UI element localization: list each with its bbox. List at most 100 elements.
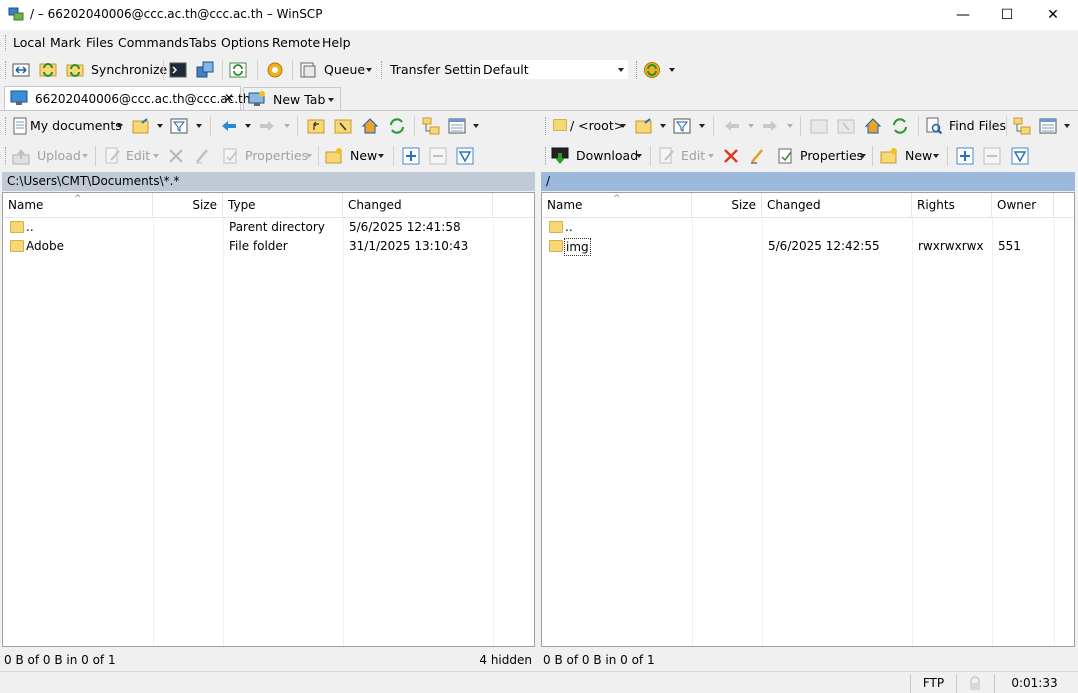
select-all-icon[interactable] bbox=[456, 147, 474, 165]
menu-commands[interactable]: Commands bbox=[118, 35, 189, 50]
left-path-bar[interactable]: C:\Users\CMT\Documents\*.* bbox=[2, 172, 535, 191]
new-folder-icon[interactable] bbox=[880, 147, 898, 165]
left-file-list[interactable]: Name ^ Size Type Changed .. Parent direc… bbox=[2, 192, 535, 647]
table-row[interactable]: img 5/6/2025 12:42:55 rwxrwxrwx 551 bbox=[542, 237, 1074, 256]
menu-mark[interactable]: Mark bbox=[50, 35, 81, 50]
synchronize-icon[interactable] bbox=[66, 61, 84, 79]
open-directory-dropdown-arrow[interactable] bbox=[660, 124, 666, 128]
right-path-bar[interactable]: / bbox=[541, 172, 1075, 191]
toolbar-grip[interactable] bbox=[5, 61, 8, 79]
panel-splitter[interactable] bbox=[536, 172, 540, 671]
find-files-icon[interactable] bbox=[925, 117, 943, 135]
toolbar-grip[interactable] bbox=[5, 117, 8, 135]
filter-icon[interactable] bbox=[170, 117, 188, 135]
find-files-button[interactable]: Find Files bbox=[949, 118, 1006, 133]
home-icon[interactable] bbox=[864, 117, 882, 135]
toolbar-grip[interactable] bbox=[545, 117, 548, 135]
select-all-icon[interactable] bbox=[1011, 147, 1029, 165]
details-view-icon[interactable] bbox=[1039, 117, 1057, 135]
queue-dropdown-arrow[interactable] bbox=[366, 68, 372, 72]
open-directory-icon[interactable] bbox=[635, 117, 653, 135]
tab-session[interactable]: 66202040006@ccc.ac.th@ccc.ac.th ✕ bbox=[4, 86, 250, 110]
preferences-gear-icon[interactable] bbox=[266, 61, 284, 79]
filter-dropdown-arrow[interactable] bbox=[699, 124, 705, 128]
new-button[interactable]: New bbox=[350, 148, 377, 163]
new-dropdown-arrow[interactable] bbox=[933, 154, 939, 158]
column-header-rights[interactable]: Rights bbox=[912, 193, 992, 218]
console-icon[interactable] bbox=[169, 61, 187, 79]
refresh-session-icon[interactable] bbox=[229, 61, 247, 79]
hidden-files-count[interactable]: 4 hidden bbox=[479, 649, 532, 671]
menu-remote[interactable]: Remote bbox=[272, 35, 320, 50]
delete-icon[interactable] bbox=[722, 147, 740, 165]
select-files-plus-icon[interactable] bbox=[956, 147, 974, 165]
tree-view-icon[interactable] bbox=[1013, 117, 1031, 135]
right-location-value[interactable]: / <root> bbox=[570, 118, 624, 133]
select-files-plus-icon[interactable] bbox=[402, 147, 420, 165]
transfer-settings-select[interactable]: Default bbox=[480, 60, 628, 79]
details-view-icon[interactable] bbox=[448, 117, 466, 135]
filter-icon[interactable] bbox=[673, 117, 691, 135]
refresh-icon[interactable] bbox=[891, 117, 909, 135]
table-row[interactable]: Adobe File folder 31/1/2025 13:10:43 bbox=[3, 237, 534, 256]
right-location-dropdown-arrow[interactable] bbox=[620, 124, 626, 128]
back-dropdown-arrow[interactable] bbox=[245, 124, 251, 128]
maximize-button[interactable]: ☐ bbox=[984, 0, 1030, 30]
properties-button[interactable]: Properties bbox=[800, 148, 863, 163]
menu-tabs[interactable]: Tabs bbox=[189, 35, 217, 50]
tree-view-icon[interactable] bbox=[422, 117, 440, 135]
queue-icon[interactable] bbox=[299, 61, 317, 79]
toolbar-grip[interactable] bbox=[381, 61, 384, 79]
menu-options[interactable]: Options bbox=[221, 35, 269, 50]
new-tab-dropdown-arrow[interactable] bbox=[328, 98, 334, 102]
root-directory-icon[interactable] bbox=[334, 117, 352, 135]
toolbar-grip[interactable] bbox=[5, 147, 8, 165]
right-file-list[interactable]: Name ^ Size Changed Rights Owner .. img … bbox=[541, 192, 1075, 647]
new-button[interactable]: New bbox=[905, 148, 932, 163]
minimize-button[interactable]: — bbox=[940, 0, 986, 30]
column-header-changed[interactable]: Changed bbox=[343, 193, 493, 218]
column-header-size[interactable]: Size bbox=[153, 193, 223, 218]
menu-local[interactable]: Local bbox=[13, 35, 45, 50]
open-directory-icon[interactable] bbox=[132, 117, 150, 135]
table-row[interactable]: .. Parent directory 5/6/2025 12:41:58 bbox=[3, 218, 534, 237]
column-header-owner[interactable]: Owner bbox=[992, 193, 1054, 218]
rename-icon[interactable] bbox=[749, 147, 767, 165]
column-header-changed[interactable]: Changed bbox=[762, 193, 912, 218]
view-dropdown-arrow[interactable] bbox=[473, 124, 479, 128]
toolbar-grip[interactable] bbox=[545, 147, 548, 165]
synchronize-browsing-icon[interactable] bbox=[39, 61, 57, 79]
download-dropdown-arrow[interactable] bbox=[636, 154, 642, 158]
menu-grip[interactable] bbox=[5, 35, 8, 51]
menu-files[interactable]: Files bbox=[86, 35, 113, 50]
properties-icon[interactable] bbox=[777, 147, 795, 165]
left-location-dropdown-arrow[interactable] bbox=[117, 124, 123, 128]
download-button[interactable]: Download bbox=[576, 148, 638, 163]
properties-dropdown-arrow[interactable] bbox=[860, 154, 866, 158]
view-dropdown-arrow[interactable] bbox=[1064, 124, 1070, 128]
keep-up-to-date-dropdown-arrow[interactable] bbox=[669, 68, 675, 72]
compare-directories-icon[interactable] bbox=[12, 61, 30, 79]
left-location-value[interactable]: My documents bbox=[30, 118, 122, 133]
parent-directory-icon[interactable] bbox=[307, 117, 325, 135]
column-header-size[interactable]: Size bbox=[692, 193, 762, 218]
filter-dropdown-arrow[interactable] bbox=[196, 124, 202, 128]
tab-new[interactable]: New Tab bbox=[243, 87, 341, 110]
putty-icon[interactable] bbox=[196, 61, 214, 79]
synchronize-button[interactable]: Synchronize bbox=[91, 62, 167, 77]
close-button[interactable]: ✕ bbox=[1030, 0, 1076, 30]
keep-remote-up-to-date-icon[interactable] bbox=[643, 61, 661, 79]
back-arrow-icon[interactable] bbox=[220, 117, 238, 135]
menu-help[interactable]: Help bbox=[322, 35, 351, 50]
transfer-settings-dropdown-arrow[interactable] bbox=[618, 68, 624, 72]
download-icon[interactable] bbox=[551, 147, 569, 165]
tab-close-icon[interactable]: ✕ bbox=[224, 91, 234, 105]
new-folder-icon[interactable] bbox=[325, 147, 343, 165]
new-dropdown-arrow[interactable] bbox=[378, 154, 384, 158]
home-icon[interactable] bbox=[361, 117, 379, 135]
column-header-type[interactable]: Type bbox=[223, 193, 343, 218]
refresh-icon[interactable] bbox=[388, 117, 406, 135]
queue-button[interactable]: Queue bbox=[324, 62, 365, 77]
toolbar-grip[interactable] bbox=[636, 61, 639, 79]
open-directory-dropdown-arrow[interactable] bbox=[157, 124, 163, 128]
